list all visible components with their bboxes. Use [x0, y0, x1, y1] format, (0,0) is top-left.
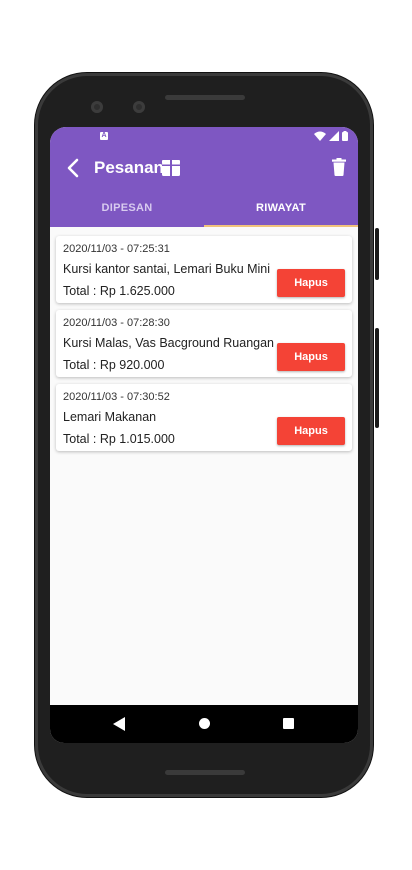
earpiece-speaker [165, 95, 245, 100]
screen: A Pesanan DIPESAN RIWAYAT 2020/11/03 - 0… [50, 127, 358, 743]
order-date: 2020/11/03 - 07:28:30 [63, 317, 170, 329]
notification-badge: A [100, 132, 108, 140]
order-items: Kursi Malas, Vas Bacground Ruangan [63, 336, 274, 350]
volume-button [375, 228, 379, 280]
wifi-icon [314, 131, 326, 141]
order-date: 2020/11/03 - 07:30:52 [63, 391, 170, 403]
order-date: 2020/11/03 - 07:25:31 [63, 243, 170, 255]
delete-order-button[interactable]: Hapus [277, 343, 345, 371]
box-icon [162, 158, 180, 176]
tab-riwayat[interactable]: RIWAYAT [204, 191, 358, 227]
back-arrow-icon[interactable] [64, 157, 82, 179]
tab-dipesan[interactable]: DIPESAN [50, 191, 204, 227]
front-camera [91, 101, 103, 113]
tab-indicator [204, 225, 358, 227]
nav-home-icon[interactable] [199, 718, 210, 729]
order-items: Lemari Makanan [63, 410, 157, 424]
signal-icon [329, 131, 339, 141]
battery-icon [342, 131, 348, 141]
system-nav-bar [50, 705, 358, 743]
page-title: Pesanan [94, 158, 164, 177]
order-card: 2020/11/03 - 07:28:30 Kursi Malas, Vas B… [56, 310, 352, 377]
tab-bar: DIPESAN RIWAYAT [50, 191, 358, 227]
order-card: 2020/11/03 - 07:30:52 Lemari Makanan Tot… [56, 384, 352, 451]
status-bar: A [50, 127, 358, 145]
order-total: Total : Rp 1.015.000 [63, 432, 175, 446]
status-icons [314, 131, 348, 141]
order-total: Total : Rp 920.000 [63, 358, 165, 372]
nav-recent-icon[interactable] [283, 718, 294, 729]
power-button [375, 328, 379, 428]
trash-icon[interactable] [332, 158, 346, 176]
order-total: Total : Rp 1.625.000 [63, 284, 175, 298]
order-card: 2020/11/03 - 07:25:31 Kursi kantor santa… [56, 236, 352, 303]
delete-order-button[interactable]: Hapus [277, 269, 345, 297]
delete-order-button[interactable]: Hapus [277, 417, 345, 445]
front-sensor [133, 101, 145, 113]
nav-back-icon[interactable] [113, 717, 125, 731]
bottom-speaker [165, 770, 245, 775]
order-items: Kursi kantor santai, Lemari Buku Mini [63, 262, 271, 276]
app-bar: Pesanan [50, 145, 358, 191]
